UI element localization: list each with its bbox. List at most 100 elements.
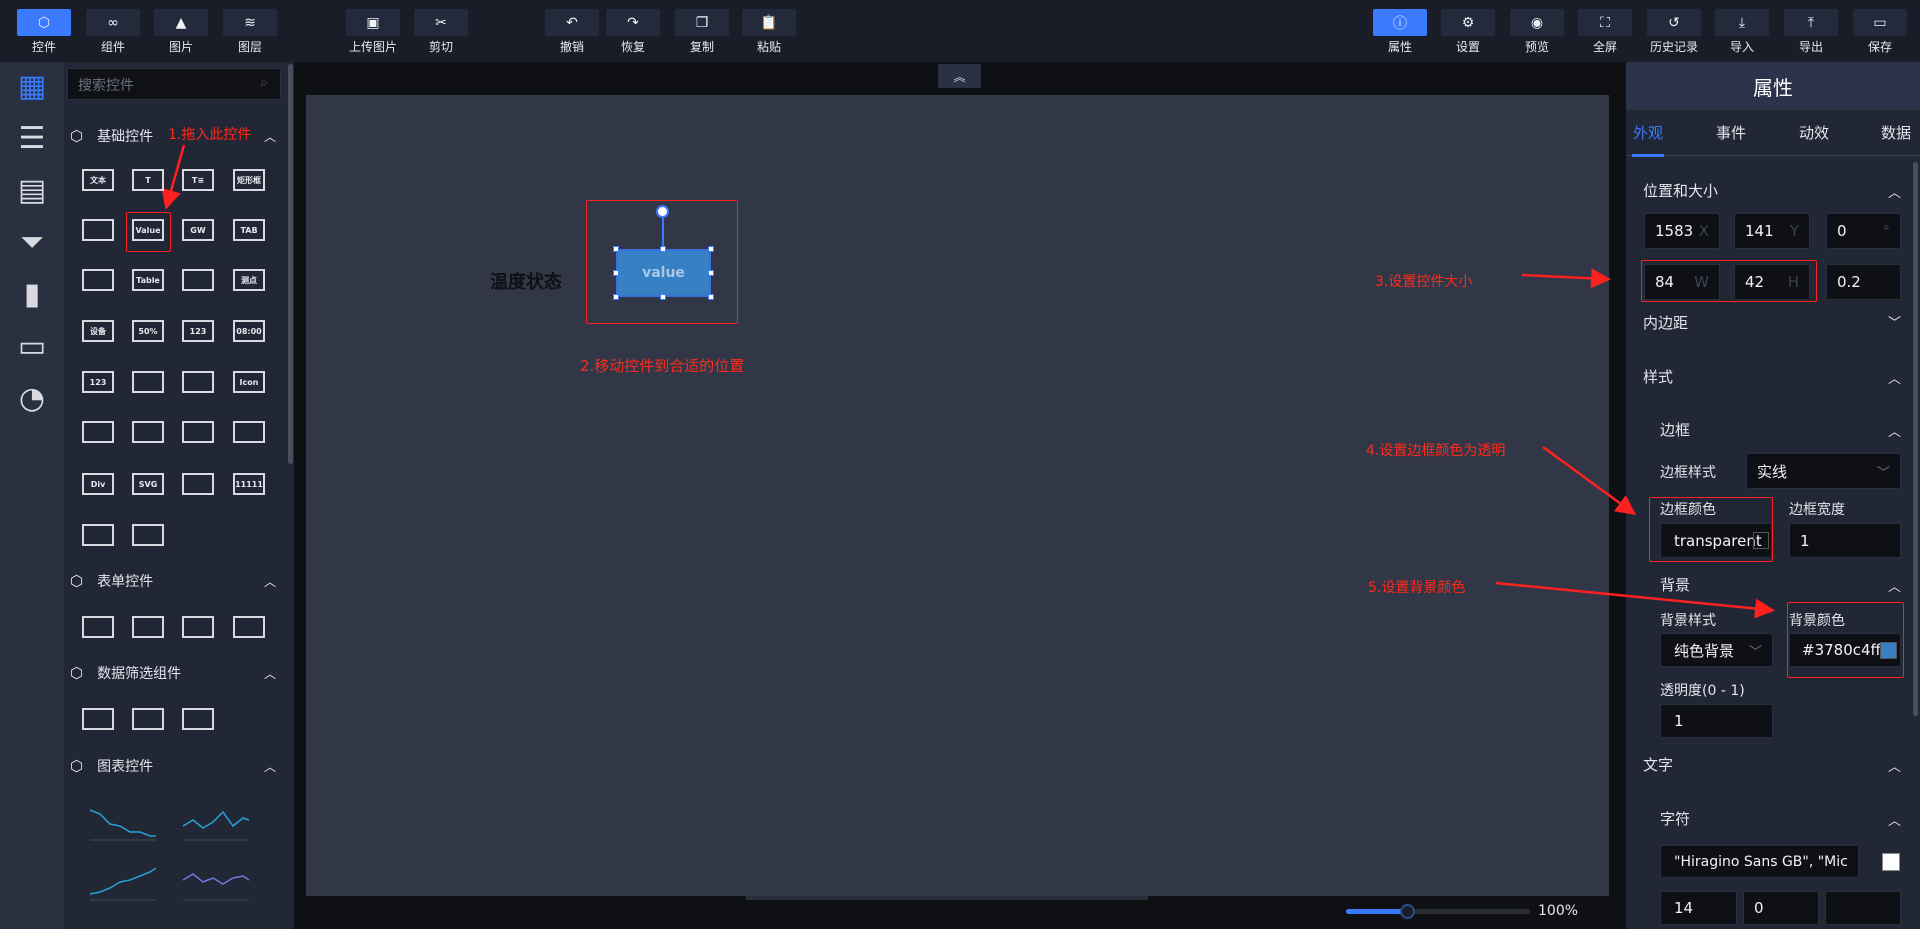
sidebar-item-filter[interactable]: ⏷: [12, 225, 52, 260]
widget-item[interactable]: [179, 705, 217, 733]
widget-item[interactable]: Value: [129, 216, 167, 244]
widget-item[interactable]: [79, 705, 117, 733]
chevron-up-icon[interactable]: ︿: [264, 665, 276, 682]
toolbar-button-copy[interactable]: ❐: [675, 9, 729, 36]
bar-chart-icon: ▮: [23, 276, 41, 312]
resize-handle[interactable]: [613, 294, 619, 300]
resize-handle[interactable]: [708, 246, 714, 252]
sidebar-item-grid[interactable]: ▦: [12, 69, 52, 104]
toolbar-button-cut[interactable]: ✂: [414, 9, 468, 36]
widget-item[interactable]: [179, 418, 217, 446]
chevron-up-icon[interactable]: ︿: [264, 758, 276, 775]
resize-handle[interactable]: [613, 270, 619, 276]
widget-item[interactable]: 测点: [230, 266, 268, 294]
widget-item[interactable]: 123: [79, 368, 117, 396]
widget-item[interactable]: [129, 613, 167, 641]
section-title: 表单控件: [97, 574, 154, 590]
widget-item[interactable]: [179, 368, 217, 396]
widget-item[interactable]: GW: [179, 216, 217, 244]
sidebar-item-sliders[interactable]: ☰: [12, 121, 52, 156]
widget-item[interactable]: Table: [129, 266, 167, 294]
widget-item[interactable]: [79, 613, 117, 641]
toolbar-button-label: 保存: [1867, 40, 1892, 54]
chart-widget-thumbnail[interactable]: [179, 800, 251, 844]
widget-item[interactable]: 设备: [79, 317, 117, 345]
widget-item[interactable]: [129, 521, 167, 549]
toolbar-button-gear[interactable]: ⚙: [1441, 9, 1495, 36]
toolbar-button-undo[interactable]: ↶: [545, 9, 599, 36]
chart-widget-thumbnail[interactable]: [86, 860, 158, 904]
widget-item[interactable]: 矩形框: [230, 166, 268, 194]
widget-item[interactable]: Div: [79, 470, 117, 498]
resize-handle[interactable]: [613, 246, 619, 252]
widget-item[interactable]: [79, 418, 117, 446]
sidebar-item-bar-chart[interactable]: ▮: [12, 276, 52, 312]
widget-icon: 11111: [233, 473, 265, 495]
toolbar-button-paste[interactable]: 📋: [742, 9, 796, 36]
resize-handle[interactable]: [708, 270, 714, 276]
widget-icon-label: 50%: [138, 326, 158, 336]
cube-icon: ⬡: [70, 757, 84, 775]
chevron-up-icon[interactable]: ︿: [264, 573, 276, 590]
widget-icon: 设备: [82, 320, 114, 342]
widget-item[interactable]: TAB: [230, 216, 268, 244]
widget-item[interactable]: [230, 613, 268, 641]
widget-item[interactable]: 08:00: [230, 317, 268, 345]
component-section-header[interactable]: ⬡ 基础控件: [70, 126, 153, 146]
widget-item[interactable]: [79, 521, 117, 549]
resize-handle[interactable]: [708, 294, 714, 300]
widget-item[interactable]: T: [129, 166, 167, 194]
arrow-step5: [1495, 581, 1775, 619]
sidebar-item-table[interactable]: ▤: [12, 173, 52, 208]
chevron-up-icon[interactable]: ︿: [264, 128, 276, 145]
widget-item[interactable]: [129, 418, 167, 446]
section-title: 图表控件: [97, 759, 154, 775]
widget-icon-label: 文本: [90, 175, 106, 185]
toolbar-button-export[interactable]: ⤒: [1784, 9, 1838, 36]
toolbar-button-save[interactable]: ▭: [1853, 9, 1907, 36]
widget-icon: Icon: [233, 371, 265, 393]
widget-item[interactable]: 50%: [129, 317, 167, 345]
component-section-header[interactable]: ⬡ 数据筛选组件: [70, 663, 181, 683]
widget-item[interactable]: [79, 216, 117, 244]
toolbar-button-preview[interactable]: ◉: [1510, 9, 1564, 36]
layers-icon: ≋: [244, 14, 256, 31]
toolbar-button-info[interactable]: ⓘ: [1373, 9, 1427, 36]
chart-widget-thumbnail[interactable]: [179, 860, 251, 904]
widget-item[interactable]: [179, 470, 217, 498]
widget-item[interactable]: [79, 266, 117, 294]
toolbar-button-fullscreen[interactable]: ⛶: [1578, 9, 1632, 36]
toolbar-button-image[interactable]: ▲: [154, 9, 208, 36]
component-section-header[interactable]: ⬡ 表单控件: [70, 571, 153, 591]
toolbar-button-import[interactable]: ⤓: [1715, 9, 1769, 36]
widget-item[interactable]: 文本: [79, 166, 117, 194]
widget-item[interactable]: SVG: [129, 470, 167, 498]
widget-item[interactable]: [230, 418, 268, 446]
resize-handle[interactable]: [660, 246, 666, 252]
widget-icon: GW: [182, 219, 214, 241]
widget-icon-label: 123: [189, 326, 207, 336]
widget-item[interactable]: [129, 705, 167, 733]
widget-icon: T≡: [182, 169, 214, 191]
component-section-header[interactable]: ⬡ 图表控件: [70, 756, 153, 776]
widget-item[interactable]: [179, 613, 217, 641]
widget-icon: 50%: [132, 320, 164, 342]
resize-handle[interactable]: [660, 294, 666, 300]
widget-item[interactable]: [129, 368, 167, 396]
widget-item[interactable]: 123: [179, 317, 217, 345]
toolbar-button-link[interactable]: ∞: [86, 9, 140, 36]
widget-item[interactable]: 11111: [230, 470, 268, 498]
widget-icon-label: T: [145, 175, 151, 185]
preview-icon: ◉: [1530, 14, 1544, 31]
widget-item[interactable]: Icon: [230, 368, 268, 396]
toolbar-button-layers[interactable]: ≋: [223, 9, 277, 36]
toolbar-button-redo[interactable]: ↷: [606, 9, 660, 36]
toolbar-button-cube[interactable]: ⬡: [17, 9, 71, 36]
sidebar-item-video[interactable]: ▭: [12, 329, 52, 364]
chart-widget-thumbnail[interactable]: [86, 800, 158, 844]
widget-item[interactable]: [179, 266, 217, 294]
toolbar-button-upload-image[interactable]: ▣: [346, 9, 400, 36]
widget-item[interactable]: T≡: [179, 166, 217, 194]
sidebar-item-pie-chart[interactable]: ◔: [12, 381, 52, 416]
toolbar-button-history[interactable]: ↺: [1647, 9, 1701, 36]
